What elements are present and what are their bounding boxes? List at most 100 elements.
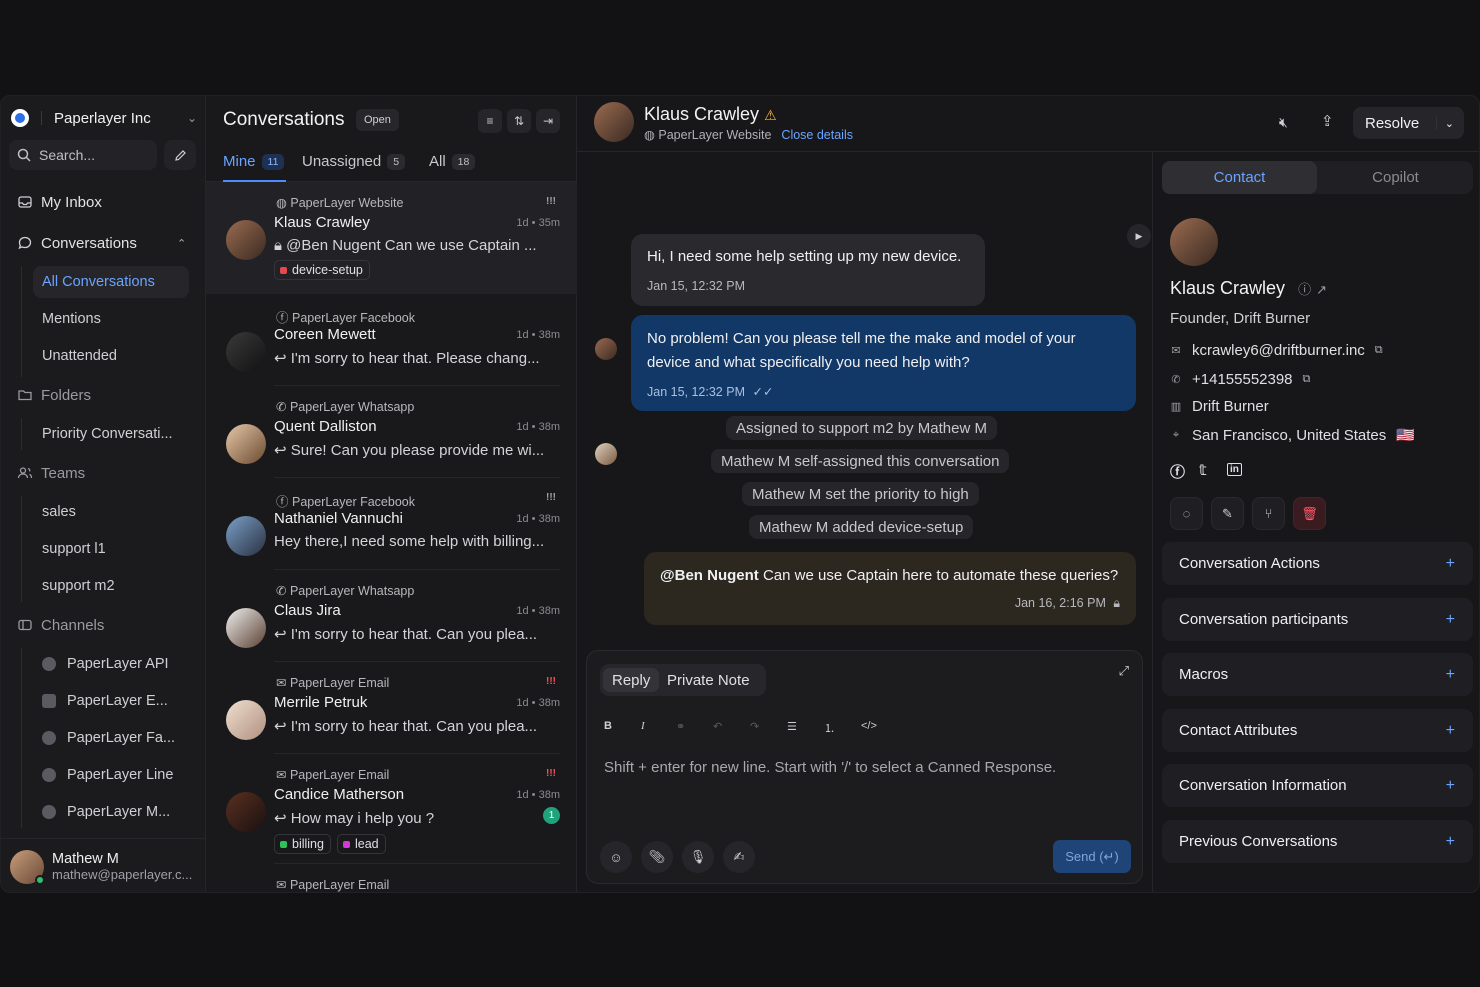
export-button[interactable]: ⇪	[1321, 112, 1334, 130]
conversation-item[interactable]: ✉ PaperLayer Email !!! Candice Matherson…	[206, 754, 577, 864]
filter-icon: ≡	[486, 114, 494, 128]
undo-button[interactable]: ↶	[713, 720, 722, 733]
nav-channels[interactable]: Channels	[17, 613, 104, 637]
tree-line	[21, 648, 22, 828]
conversation-item[interactable]: ✉ PaperLayer Email !!! Merrile Petruk 1d…	[206, 662, 577, 754]
org-logo-icon	[11, 109, 29, 127]
delete-contact-button[interactable]: 🗑︎	[1293, 497, 1326, 530]
last-message: ↩ I'm sorry to hear that. Can you plea..…	[274, 718, 538, 735]
chevron-down-icon[interactable]: ⌄	[1435, 116, 1454, 130]
nav-team-support-m2[interactable]: support m2	[33, 570, 189, 602]
sidebar: Paperlayer Inc ⌄ Search... My Inbox Conv…	[1, 96, 206, 892]
filter-button[interactable]: ≡	[478, 109, 502, 133]
voice-button[interactable]: 🎙︎	[682, 841, 714, 873]
current-user[interactable]: Mathew M mathew@paperlayer.c...	[1, 838, 206, 892]
accordion-macros[interactable]: Macros +	[1162, 653, 1473, 696]
accordion-contact-attributes[interactable]: Contact Attributes +	[1162, 709, 1473, 752]
resolve-button[interactable]: Resolve ⌄	[1353, 107, 1464, 139]
tab-count: 5	[387, 153, 406, 170]
nav-folder-priority[interactable]: Priority Conversati...	[33, 418, 189, 450]
nav-conversations[interactable]: Conversations ⌃	[17, 231, 186, 255]
contact-location: ⌖ San Francisco, United States 🇺🇸	[1170, 426, 1415, 445]
nav-channel-line[interactable]: PaperLayer Line	[33, 759, 189, 791]
code-button[interactable]: </>	[861, 720, 877, 732]
redo-button[interactable]: ↷	[750, 720, 759, 733]
close-details-link[interactable]: Close details	[781, 128, 853, 142]
facebook-icon[interactable]: ⓕ	[1170, 461, 1185, 482]
bold-button[interactable]: B	[604, 720, 612, 732]
edit-contact-button[interactable]: ✎	[1211, 497, 1244, 530]
avatar	[594, 102, 634, 142]
collapse-list-button[interactable]: ⇥	[536, 109, 560, 133]
nav-channel-facebook[interactable]: PaperLayer Fa...	[33, 722, 189, 754]
conversation-item[interactable]: ◍ PaperLayer Website !!! Klaus Crawley 1…	[206, 182, 577, 294]
reply-mode-toggle: Reply Private Note	[600, 664, 766, 696]
bullet-list-button[interactable]: ☰	[787, 720, 797, 733]
last-message: ↩ Sure! Can you please provide me wi...	[274, 442, 545, 459]
numbered-list-button[interactable]: ⒈	[824, 720, 835, 736]
emoji-button[interactable]: ☺	[600, 841, 632, 873]
conversation-item[interactable]: ✉ PaperLayer Email	[206, 864, 577, 892]
conversation-item[interactable]: ✆ PaperLayer Whatsapp Claus Jira 1d • 38…	[206, 570, 577, 662]
mute-button[interactable]: 🔇︎	[1279, 114, 1288, 131]
nav-all-conversations[interactable]: All Conversations	[33, 266, 189, 298]
reply-tab[interactable]: Reply	[603, 668, 660, 692]
reply-input[interactable]: Shift + enter for new line. Start with '…	[604, 759, 1056, 776]
label-color-dot	[280, 266, 287, 274]
nav-unattended[interactable]: Unattended	[33, 340, 189, 372]
email-icon	[42, 694, 56, 708]
conversation-item[interactable]: ✆ PaperLayer Whatsapp Quent Dalliston 1d…	[206, 386, 577, 478]
nav-teams[interactable]: Teams	[17, 461, 85, 485]
search-input[interactable]: Search...	[9, 140, 157, 170]
copy-icon[interactable]: ⧉	[1375, 344, 1383, 357]
phone-icon: ✆	[1171, 374, 1181, 386]
nav-channel-api[interactable]: PaperLayer API	[33, 648, 189, 680]
nav-team-support-l1[interactable]: support l1	[33, 533, 189, 565]
tab-copilot[interactable]: Copilot	[1318, 161, 1473, 194]
tree-line	[21, 418, 22, 450]
compose-button[interactable]	[164, 140, 196, 170]
italic-button[interactable]: I	[641, 720, 645, 732]
status-filter-badge[interactable]: Open	[356, 109, 399, 131]
new-message-button[interactable]: ◌	[1170, 497, 1203, 530]
channel-label: PaperLayer M...	[67, 804, 171, 820]
toggle-panel-button[interactable]: ▶	[1127, 224, 1151, 248]
external-link-icon[interactable]: ↗	[1316, 282, 1327, 297]
accordion-conversation-actions[interactable]: Conversation Actions +	[1162, 542, 1473, 585]
private-note-tab[interactable]: Private Note	[658, 668, 759, 692]
merge-contact-button[interactable]: ⑂	[1252, 497, 1285, 530]
expand-button[interactable]: ⤢	[1119, 663, 1129, 679]
tab-contact[interactable]: Contact	[1162, 161, 1317, 194]
avatar	[226, 700, 266, 740]
accordion-previous-conversations[interactable]: Previous Conversations +	[1162, 820, 1473, 863]
accordion-conversation-participants[interactable]: Conversation participants +	[1162, 598, 1473, 641]
link-button[interactable]: ⚭	[676, 720, 685, 733]
nav-my-inbox[interactable]: My Inbox	[17, 190, 102, 214]
nav-channel-email[interactable]: PaperLayer E...	[33, 685, 189, 717]
contact-name[interactable]: Klaus Crawley ⚠	[644, 104, 777, 125]
linkedin-icon[interactable]: in	[1227, 463, 1242, 476]
nav-channel-m[interactable]: PaperLayer M...	[33, 796, 189, 828]
info-icon[interactable]: ⓘ	[1298, 282, 1311, 297]
tab-all[interactable]: All 18	[429, 153, 476, 170]
send-button[interactable]: Send (↵)	[1053, 840, 1131, 873]
signature-button[interactable]: ✍︎	[723, 841, 755, 873]
conversation-source: ◍ PaperLayer Website	[276, 196, 404, 210]
conversation-item[interactable]: ⓕ PaperLayer Facebook !!! Nathaniel Vann…	[206, 478, 577, 570]
nav-folders[interactable]: Folders	[17, 383, 91, 407]
activity-message: Mathew M added device-setup	[749, 515, 974, 539]
channels-icon	[18, 619, 32, 631]
chat-header: Klaus Crawley ⚠ ◍ PaperLayer Website Clos…	[577, 96, 1479, 152]
attach-button[interactable]: 📎︎	[641, 841, 673, 873]
accordion-conversation-information[interactable]: Conversation Information +	[1162, 764, 1473, 807]
copy-icon[interactable]: ⧉	[1303, 373, 1311, 386]
nav-mentions[interactable]: Mentions	[33, 303, 189, 335]
conversation-time: 1d • 38m	[516, 605, 560, 617]
tab-unassigned[interactable]: Unassigned 5	[302, 153, 406, 170]
conversation-item[interactable]: ⓕ PaperLayer Facebook Coreen Mewett 1d •…	[206, 294, 577, 386]
nav-team-sales[interactable]: sales	[33, 496, 189, 528]
sort-button[interactable]: ⇅	[507, 109, 531, 133]
tab-mine[interactable]: Mine 11	[223, 153, 285, 170]
org-switcher[interactable]: Paperlayer Inc ⌄	[11, 106, 197, 130]
twitter-icon[interactable]: 𝕥	[1199, 461, 1207, 479]
